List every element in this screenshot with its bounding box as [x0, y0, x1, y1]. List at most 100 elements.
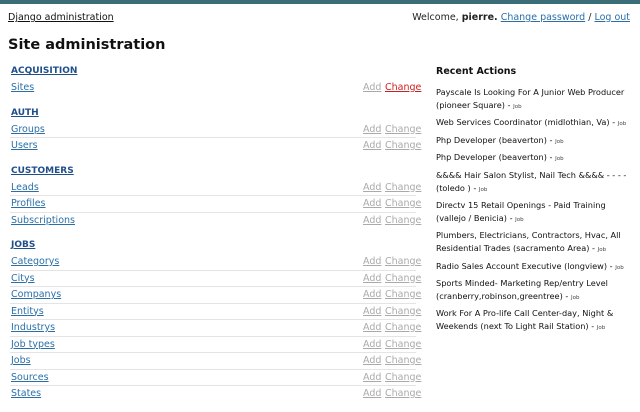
model-link[interactable]: Jobs [11, 353, 31, 369]
add-link[interactable]: Add [363, 337, 381, 353]
page-title: Site administration [8, 37, 166, 53]
add-link[interactable]: Add [363, 138, 381, 154]
recent-action-item[interactable]: Payscale Is Looking For A Junior Web Pro… [436, 86, 632, 113]
user-tools: Welcome, pierre. Change password / Log o… [412, 12, 630, 23]
app-caption[interactable]: AUTH [10, 104, 416, 122]
change-link[interactable]: Change [385, 337, 421, 353]
change-link[interactable]: Change [385, 370, 421, 386]
model-link[interactable]: Categorys [11, 254, 59, 270]
logout-link[interactable]: Log out [594, 12, 630, 23]
app-module: ACQUISITION Sites Add Change [10, 62, 421, 97]
recent-action-item[interactable]: &&&& Hair Salon Stylist, Nail Tech &&&& … [436, 169, 632, 196]
add-link[interactable]: Add [363, 80, 381, 96]
recent-action-item[interactable]: Php Developer (beaverton) - Job [436, 151, 632, 166]
add-link[interactable]: Add [363, 213, 381, 229]
site-brand-link[interactable]: Django administration [8, 12, 114, 23]
recent-actions-title: Recent Actions [436, 66, 517, 77]
model-link[interactable]: Citys [11, 271, 35, 287]
recent-action-item[interactable]: Radio Sales Account Executive (longview)… [436, 260, 632, 275]
model-link[interactable]: Job types [11, 337, 55, 353]
recent-action-text: Radio Sales Account Executive (longview) [436, 260, 608, 271]
change-link[interactable]: Change [385, 271, 421, 287]
app-caption[interactable]: JOBS [10, 236, 416, 254]
change-password-link[interactable]: Change password [501, 12, 586, 23]
recent-action-item[interactable]: Work For A Pro-life Call Center-day, Nig… [436, 307, 632, 334]
model-row: Companys Add Change [10, 287, 421, 304]
change-link[interactable]: Change [385, 320, 421, 336]
change-link[interactable]: Change [385, 386, 421, 402]
recent-actions-panel: Recent Actions Payscale Is Looking For A… [436, 66, 632, 338]
model-link[interactable]: Groups [11, 122, 45, 138]
recent-action-type: Job [513, 103, 522, 110]
recent-action-type: Job [478, 186, 488, 193]
add-link[interactable]: Add [363, 320, 381, 336]
change-link[interactable]: Change [385, 353, 421, 369]
recent-action-text: Payscale Is Looking For A Junior Web Pro… [436, 87, 625, 110]
recent-action-text: Php Developer (beaverton) [436, 134, 547, 145]
app-module: CUSTOMERS Leads Add Change Profiles Add Change… [10, 162, 421, 230]
recent-action-type: Job [615, 264, 624, 271]
change-link[interactable]: Change [385, 138, 421, 154]
add-link[interactable]: Add [363, 304, 381, 320]
app-module: AUTH Groups Add Change Users Add Change [10, 104, 421, 155]
model-link[interactable]: Profiles [11, 196, 46, 212]
change-link[interactable]: Change [385, 196, 421, 212]
change-link[interactable]: Change [385, 213, 421, 229]
recent-action-item[interactable]: Plumbers, Electricians, Contractors, Hva… [436, 229, 632, 256]
user-tools-separator: / [588, 12, 592, 23]
app-caption[interactable]: ACQUISITION [10, 62, 416, 80]
recent-actions-list: Payscale Is Looking For A Junior Web Pro… [436, 86, 632, 335]
recent-action-type: Job [555, 138, 564, 145]
app-caption[interactable]: CUSTOMERS [10, 162, 416, 180]
model-row: Profiles Add Change [10, 196, 421, 213]
recent-action-type: Job [596, 324, 606, 331]
model-row: Leads Add Change [10, 180, 421, 196]
model-row: Entitys Add Change [10, 304, 421, 320]
change-link[interactable]: Change [385, 304, 421, 320]
add-link[interactable]: Add [363, 271, 381, 287]
recent-action-type: Job [555, 156, 564, 163]
model-row: Sites Add Change [10, 80, 421, 97]
recent-action-item[interactable]: Sports Minded- Marketing Rep/entry Level… [436, 277, 632, 304]
recent-action-text: Plumbers, Electricians, Contractors, Hva… [436, 230, 621, 253]
model-row: States Add Change [10, 386, 421, 403]
add-link[interactable]: Add [363, 370, 381, 386]
recent-action-item[interactable]: Directv 15 Retail Openings - Paid Traini… [436, 199, 632, 226]
change-link[interactable]: Change [385, 287, 421, 303]
model-link[interactable]: Sites [11, 80, 34, 96]
add-link[interactable]: Add [363, 386, 381, 402]
change-link[interactable]: Change [385, 180, 421, 196]
app-list: ACQUISITION Sites Add Change AUTH Groups Add Ch… [10, 62, 421, 410]
recent-action-item[interactable]: Php Developer (beaverton) - Job [436, 134, 632, 149]
add-link[interactable]: Add [363, 180, 381, 196]
recent-action-item[interactable]: Web Services Coordinator (midlothian, Va… [436, 116, 632, 131]
change-link[interactable]: Change [385, 254, 421, 270]
recent-action-text: Php Developer (beaverton) [436, 152, 547, 163]
model-link[interactable]: Entitys [11, 304, 44, 320]
change-link[interactable]: Change [385, 80, 421, 96]
model-link[interactable]: States [11, 386, 41, 402]
model-row: Jobs Add Change [10, 353, 421, 370]
recent-action-text: Sports Minded- Marketing Rep/entry Level… [436, 278, 608, 301]
model-row: Categorys Add Change [10, 254, 421, 271]
add-link[interactable]: Add [363, 196, 381, 212]
model-link[interactable]: Users [11, 138, 38, 154]
recent-action-type: Job [597, 246, 607, 253]
recent-action-text: Web Services Coordinator (midlothian, Va… [436, 117, 610, 128]
model-row: Groups Add Change [10, 122, 421, 138]
add-link[interactable]: Add [363, 287, 381, 303]
recent-action-type: Job [515, 216, 524, 223]
recent-action-type: Job [570, 294, 580, 301]
recent-action-text: Work For A Pro-life Call Center-day, Nig… [436, 308, 614, 331]
model-link[interactable]: Subscriptions [11, 213, 75, 229]
model-link[interactable]: Sources [11, 370, 49, 386]
add-link[interactable]: Add [363, 353, 381, 369]
add-link[interactable]: Add [363, 254, 381, 270]
recent-action-text: &&&& Hair Salon Stylist, Nail Tech &&&& … [436, 169, 627, 193]
model-link[interactable]: Industrys [11, 320, 55, 336]
model-link[interactable]: Companys [11, 287, 61, 303]
add-link[interactable]: Add [363, 122, 381, 138]
model-link[interactable]: Leads [11, 180, 39, 196]
app-module: JOBS Categorys Add Change Citys Add Change Comp… [10, 236, 421, 403]
change-link[interactable]: Change [385, 122, 421, 138]
